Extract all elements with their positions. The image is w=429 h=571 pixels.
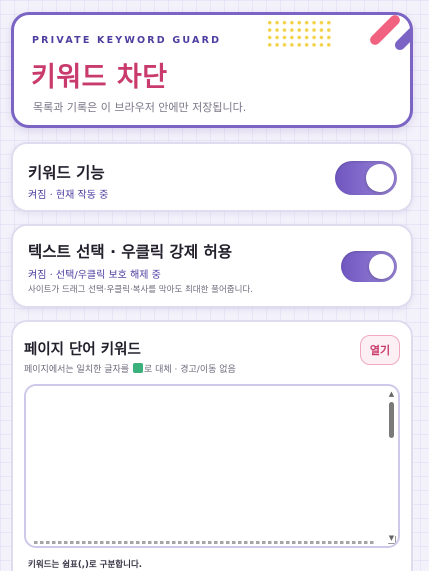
keyword-feature-toggle[interactable] xyxy=(335,161,397,195)
desc-after: 로 대체 · 경고/이동 없음 xyxy=(143,365,236,375)
decorative-stripe-purple xyxy=(392,23,410,53)
keywords-textarea[interactable] xyxy=(26,386,398,546)
page-keywords-desc: 페이지에서는 일치한 글자를 로 대체 · 경고/이동 없음 xyxy=(24,362,236,375)
resize-grip-icon[interactable] xyxy=(388,536,396,544)
page-keywords-title: 페이지 단어 키워드 xyxy=(24,342,141,358)
decorative-dots xyxy=(266,19,332,49)
text-select-note: 사이트가 드래그 선택·우클릭·복사를 막아도 최대한 풀어줍니다. xyxy=(28,285,253,295)
scroll-up-arrow-icon[interactable]: ▲ xyxy=(387,390,396,398)
text-select-status: 켜짐 · 선택/우클릭 보호 해제 중 xyxy=(28,270,161,281)
app-eyebrow: PRIVATE KEYWORD GUARD xyxy=(32,35,222,46)
toggle-knob xyxy=(366,164,394,192)
toggle-knob xyxy=(369,254,394,279)
page-title: 키워드 차단 xyxy=(31,62,168,93)
keywords-hint: 키워드는 쉼표(,)로 구분합니다. xyxy=(28,560,142,570)
desc-before: 페이지에서는 일치한 글자를 xyxy=(24,365,130,375)
header-card: PRIVATE KEYWORD GUARD 키워드 차단 목록과 기록은 이 브… xyxy=(11,12,413,128)
open-button[interactable]: 열기 xyxy=(360,335,400,365)
keyword-feature-card: 키워드 기능 켜짐 · 현재 작동 중 xyxy=(11,142,413,212)
keywords-textarea-box: ▲ ▼ xyxy=(24,384,400,548)
keyword-feature-title: 키워드 기능 xyxy=(28,164,105,182)
text-select-toggle[interactable] xyxy=(341,251,397,282)
page-subtitle: 목록과 기록은 이 브라우저 안에만 저장됩니다. xyxy=(33,101,247,114)
text-select-title: 텍스트 선택 · 우클릭 강제 허용 xyxy=(28,243,232,261)
scroll-thumb[interactable] xyxy=(389,402,394,438)
text-select-card: 텍스트 선택 · 우클릭 강제 허용 켜짐 · 선택/우클릭 보호 해제 중 사… xyxy=(11,224,413,308)
replace-square-icon xyxy=(132,363,143,373)
clipped-text-line xyxy=(34,541,374,544)
keyword-feature-status: 켜짐 · 현재 작동 중 xyxy=(28,190,109,201)
textarea-scrollbar[interactable]: ▲ ▼ xyxy=(387,390,396,542)
page-keywords-card: 페이지 단어 키워드 페이지에서는 일치한 글자를 로 대체 · 경고/이동 없… xyxy=(11,320,413,571)
